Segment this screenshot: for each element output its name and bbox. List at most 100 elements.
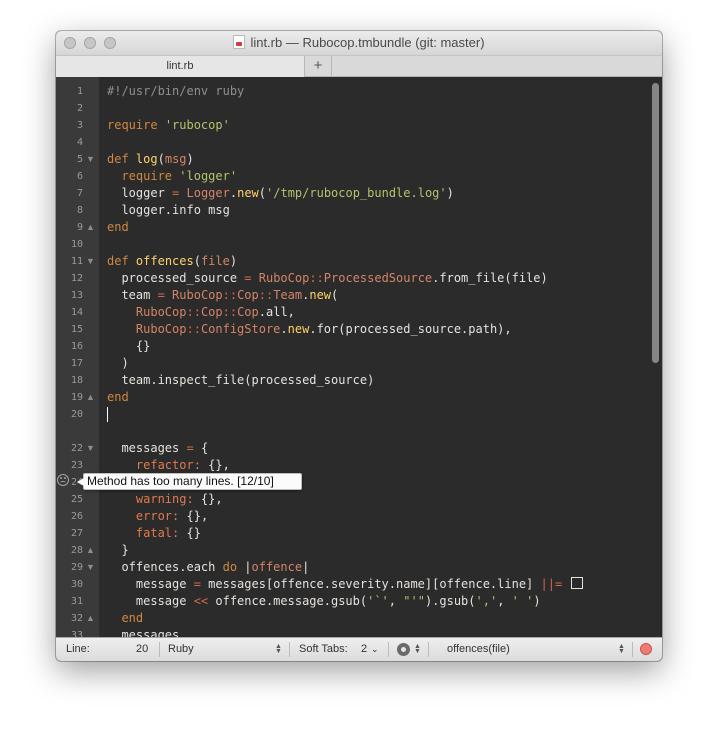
code-line[interactable]: error: {},: [107, 508, 644, 525]
title-bar[interactable]: lint.rb — Rubocop.tmbundle (git: master): [56, 31, 662, 55]
code-line[interactable]: warning: {},: [107, 491, 644, 508]
code-line[interactable]: {}: [107, 338, 644, 355]
code-line[interactable]: end: [107, 389, 644, 406]
gutter-line[interactable]: 17: [56, 355, 99, 372]
line-number: 29: [70, 562, 83, 573]
gutter-line[interactable]: 15: [56, 321, 99, 338]
symbol-popup[interactable]: offences(file): [447, 638, 510, 661]
code-line[interactable]: team.inspect_file(processed_source): [107, 372, 644, 389]
symbol-chevron-icon[interactable]: ▲ ▼: [618, 643, 625, 655]
code-token: {},: [200, 458, 230, 472]
code-line[interactable]: [107, 406, 644, 423]
gutter-line[interactable]: 9 ▲: [56, 219, 99, 236]
code-line[interactable]: team = RuboCop::Cop::Team.new(: [107, 287, 644, 304]
fold-start-icon[interactable]: ▼: [86, 440, 95, 457]
code-line[interactable]: }: [107, 542, 644, 559]
soft-tabs-label[interactable]: Soft Tabs:: [299, 638, 348, 661]
gutter-line[interactable]: 12: [56, 270, 99, 287]
gutter-line[interactable]: 7: [56, 185, 99, 202]
gutter-line[interactable]: 28 ▲: [56, 542, 99, 559]
code-line[interactable]: #!/usr/bin/env ruby: [107, 83, 644, 100]
code-token: "'": [403, 594, 425, 608]
vertical-scrollbar[interactable]: [652, 83, 659, 363]
gear-icon[interactable]: [397, 643, 410, 656]
gutter-line[interactable]: 23: [56, 457, 99, 474]
gutter-line[interactable]: 25: [56, 491, 99, 508]
gutter-line[interactable]: 10: [56, 236, 99, 253]
code-line[interactable]: ): [107, 355, 644, 372]
code-token: messages: [107, 441, 187, 455]
gutter-line[interactable]: 3: [56, 117, 99, 134]
gutter-line[interactable]: 21: [56, 423, 99, 440]
gutter-line[interactable]: 4: [56, 134, 99, 151]
gutter-line[interactable]: 16: [56, 338, 99, 355]
code-token: }: [107, 543, 129, 557]
fold-start-icon[interactable]: ▼: [86, 151, 95, 168]
gutter-line[interactable]: 6: [56, 168, 99, 185]
code-line[interactable]: messages = {: [107, 440, 644, 457]
code-line[interactable]: [107, 236, 644, 253]
gutter-line[interactable]: 33: [56, 627, 99, 637]
fold-end-icon[interactable]: ▲: [86, 389, 95, 406]
code-line[interactable]: require 'rubocop': [107, 117, 644, 134]
fold-start-icon[interactable]: ▼: [86, 253, 95, 270]
code-line[interactable]: message = messages[offence.severity.name…: [107, 576, 644, 593]
gutter-line[interactable]: 19 ▲: [56, 389, 99, 406]
code-line[interactable]: end: [107, 610, 644, 627]
line-number-gutter[interactable]: 12345▼6789▲1011▼1213141516171819▲202122▼…: [56, 77, 99, 637]
fold-end-icon[interactable]: ▲: [86, 542, 95, 559]
code-line[interactable]: [107, 100, 644, 117]
code-line[interactable]: refactor: {},: [107, 457, 644, 474]
code-area[interactable]: #!/usr/bin/env ruby require 'rubocop' def …: [107, 77, 644, 637]
line-number: 22: [70, 443, 83, 454]
code-line[interactable]: logger.info msg: [107, 202, 644, 219]
gutter-line[interactable]: 13: [56, 287, 99, 304]
code-line[interactable]: [107, 423, 644, 440]
gutter-line[interactable]: 18: [56, 372, 99, 389]
line-number-field[interactable]: 20: [136, 638, 148, 661]
language-chevron-icon[interactable]: ▲ ▼: [275, 643, 282, 655]
gutter-line[interactable]: 31: [56, 593, 99, 610]
tab-lint-rb[interactable]: lint.rb: [56, 56, 305, 77]
gutter-line[interactable]: 22 ▼: [56, 440, 99, 457]
code-line[interactable]: message << offence.message.gsub('`', "'"…: [107, 593, 644, 610]
code-line[interactable]: fatal: {}: [107, 525, 644, 542]
gutter-line[interactable]: 27: [56, 525, 99, 542]
code-token: messages: [107, 628, 180, 637]
fold-end-icon[interactable]: ▲: [86, 219, 95, 236]
gutter-line[interactable]: 2: [56, 100, 99, 117]
code-line[interactable]: messages: [107, 627, 644, 637]
gutter-line[interactable]: 5 ▼: [56, 151, 99, 168]
code-line[interactable]: processed_source = RuboCop::ProcessedSou…: [107, 270, 644, 287]
code-line[interactable]: RuboCop::ConfigStore.new.for(processed_s…: [107, 321, 644, 338]
gutter-line[interactable]: 32 ▲: [56, 610, 99, 627]
gutter-line[interactable]: 26: [56, 508, 99, 525]
macro-record-icon[interactable]: [640, 643, 652, 655]
gear-chevron-icon[interactable]: ▲ ▼: [414, 643, 421, 655]
rubocop-warning-icon[interactable]: [57, 474, 69, 486]
code-line[interactable]: RuboCop::Cop::Cop.all,: [107, 304, 644, 321]
code-line[interactable]: logger = Logger.new('/tmp/rubocop_bundle…: [107, 185, 644, 202]
gutter-line[interactable]: 20: [56, 406, 99, 423]
soft-tabs-value[interactable]: 2: [361, 638, 367, 661]
code-line[interactable]: def log(msg): [107, 151, 644, 168]
gutter-line[interactable]: 11 ▼: [56, 253, 99, 270]
gutter-line[interactable]: 29 ▼: [56, 559, 99, 576]
gutter-line[interactable]: 30: [56, 576, 99, 593]
code-editor[interactable]: 12345▼6789▲1011▼1213141516171819▲202122▼…: [56, 77, 662, 637]
code-line[interactable]: require 'logger': [107, 168, 644, 185]
code-token: ' ': [511, 594, 534, 608]
code-line[interactable]: offences.each do |offence|: [107, 559, 644, 576]
fold-start-icon[interactable]: ▼: [86, 559, 95, 576]
gutter-line[interactable]: 14: [56, 304, 99, 321]
code-line[interactable]: [107, 134, 644, 151]
code-line[interactable]: def offences(file): [107, 253, 644, 270]
gutter-line[interactable]: 1: [56, 83, 99, 100]
code-line[interactable]: end: [107, 219, 644, 236]
code-token: RuboCop: [135, 322, 187, 336]
fold-end-icon[interactable]: ▲: [86, 610, 95, 627]
gutter-line[interactable]: 8: [56, 202, 99, 219]
chevron-down-icon[interactable]: ⌄: [371, 638, 379, 661]
language-popup[interactable]: Ruby: [168, 638, 194, 661]
new-tab-button[interactable]: +: [305, 56, 332, 77]
